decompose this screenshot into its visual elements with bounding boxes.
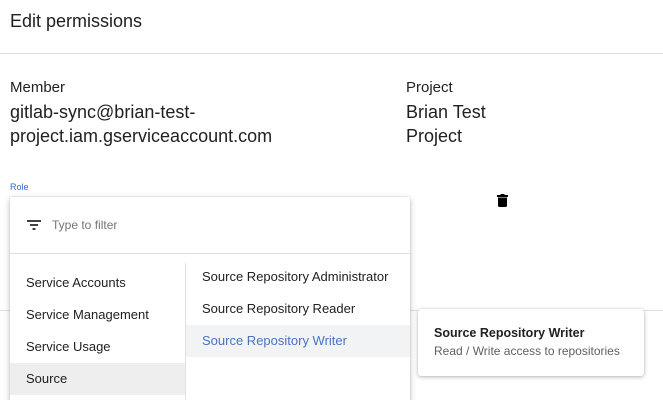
filter-icon <box>27 220 41 230</box>
category-item-service-accounts[interactable]: Service Accounts <box>10 267 185 299</box>
tooltip-description: Read / Write access to repositories <box>434 344 620 358</box>
trash-icon <box>496 193 508 207</box>
role-item-source-repository-writer[interactable]: Source Repository Writer <box>186 325 410 357</box>
role-item-source-repository-administrator[interactable]: Source Repository Administrator <box>186 261 410 293</box>
project-label: Project <box>406 79 453 96</box>
member-label: Member <box>10 79 66 96</box>
member-value: gitlab-sync@brian-test- project.iam.gser… <box>10 100 390 148</box>
role-item-source-repository-reader[interactable]: Source Repository Reader <box>186 293 410 325</box>
category-item-service-usage[interactable]: Service Usage <box>10 331 185 363</box>
category-item-service-management[interactable]: Service Management <box>10 299 185 331</box>
filter-input[interactable] <box>50 215 394 235</box>
project-value: Brian Test Project <box>406 100 566 148</box>
member-value-line-1: gitlab-sync@brian-test- <box>10 102 196 122</box>
member-value-line-2: project.iam.gserviceaccount.com <box>10 126 273 146</box>
role-tooltip: Source Repository Writer Read / Write ac… <box>418 309 644 376</box>
project-value-line-1: Brian Test <box>406 102 486 122</box>
filter-row <box>10 197 410 254</box>
tooltip-title: Source Repository Writer <box>434 326 585 340</box>
title-divider <box>0 53 663 54</box>
role-dropdown: Service Accounts Service Management Serv… <box>10 197 410 400</box>
category-item-source[interactable]: Source <box>10 363 185 395</box>
category-list: Service Accounts Service Management Serv… <box>10 263 185 400</box>
page-title: Edit permissions <box>10 11 143 31</box>
role-label: Role <box>10 182 29 192</box>
role-list: Source Repository Administrator Source R… <box>186 261 410 400</box>
project-value-line-2: Project <box>406 126 463 146</box>
delete-role-button[interactable] <box>493 190 511 210</box>
edit-permissions-page: Edit permissions Member gitlab-sync@bria… <box>0 0 663 400</box>
